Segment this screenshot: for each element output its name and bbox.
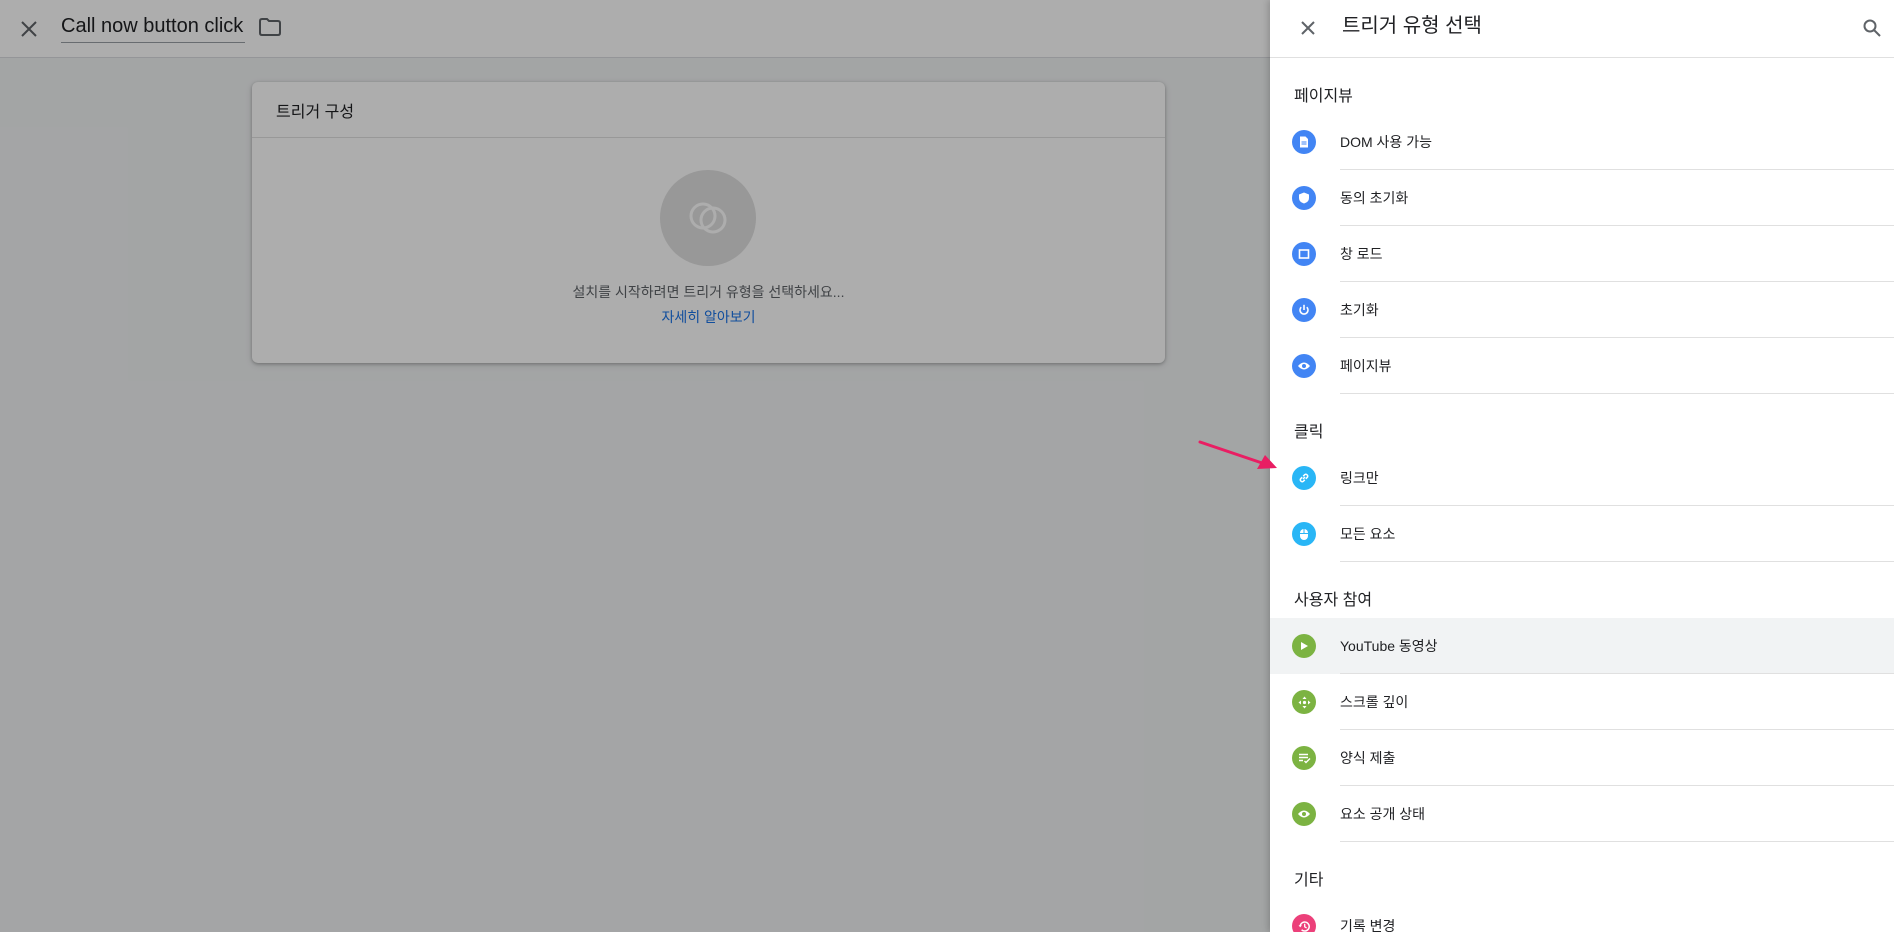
close-icon[interactable] — [1292, 12, 1324, 44]
trigger-type-item[interactable]: 창 로드 — [1270, 226, 1894, 282]
trigger-type-label: 모든 요소 — [1340, 526, 1396, 542]
divider — [1340, 393, 1894, 394]
section-title: 기타 — [1294, 872, 1324, 889]
play-icon — [1292, 634, 1316, 658]
trigger-type-label: DOM 사용 가능 — [1340, 134, 1432, 150]
trigger-type-label: 스크롤 깊이 — [1340, 694, 1409, 710]
divider — [1340, 561, 1894, 562]
trigger-type-item[interactable]: 동의 초기화 — [1270, 170, 1894, 226]
section-title: 사용자 참여 — [1294, 592, 1373, 609]
annotation-arrow-icon — [1198, 440, 1277, 469]
divider — [1340, 841, 1894, 842]
trigger-type-item[interactable]: 페이지뷰 — [1270, 338, 1894, 394]
search-icon[interactable] — [1856, 12, 1888, 44]
trigger-type-list: 페이지뷰 DOM 사용 가능 동의 초기화 창 로드 초기화 페이지뷰 클릭 링크만 모든 요소… — [1270, 58, 1894, 932]
trigger-type-label: 기록 변경 — [1340, 918, 1396, 932]
eye-icon — [1292, 354, 1316, 378]
panel-header: 트리거 유형 선택 — [1270, 0, 1894, 58]
modal-scrim[interactable] — [0, 0, 1270, 932]
trigger-type-label: 양식 제출 — [1340, 750, 1396, 766]
mouse-icon — [1292, 522, 1316, 546]
trigger-type-item[interactable]: 스크롤 깊이 — [1270, 674, 1894, 730]
trigger-type-item[interactable]: YouTube 동영상 — [1270, 618, 1894, 674]
app: Call now button click 트리거 구성 설치를 시작하려면 트… — [0, 0, 1894, 932]
panel-title: 트리거 유형 선택 — [1342, 15, 1482, 37]
trigger-type-item[interactable]: 모든 요소 — [1270, 506, 1894, 562]
trigger-type-label: 초기화 — [1340, 302, 1379, 318]
document-icon — [1292, 130, 1316, 154]
move-icon — [1292, 690, 1316, 714]
trigger-type-label: YouTube 동영상 — [1340, 638, 1438, 654]
trigger-type-item[interactable]: DOM 사용 가능 — [1270, 114, 1894, 170]
power-icon — [1292, 298, 1316, 322]
trigger-type-label: 페이지뷰 — [1340, 358, 1392, 374]
window-icon — [1292, 242, 1316, 266]
eye-icon — [1292, 802, 1316, 826]
trigger-type-item[interactable]: 초기화 — [1270, 282, 1894, 338]
section-title: 페이지뷰 — [1294, 88, 1353, 105]
link-icon — [1292, 466, 1316, 490]
form-icon — [1292, 746, 1316, 770]
trigger-type-panel: 트리거 유형 선택 페이지뷰 DOM 사용 가능 동의 초기화 창 로드 초기화 페이지뷰… — [1270, 0, 1894, 932]
trigger-type-item[interactable]: 요소 공개 상태 — [1270, 786, 1894, 842]
history-icon — [1292, 914, 1316, 932]
trigger-type-item[interactable]: 링크만 — [1270, 450, 1894, 506]
trigger-type-label: 링크만 — [1340, 470, 1379, 486]
trigger-type-label: 요소 공개 상태 — [1340, 806, 1426, 822]
section-title: 클릭 — [1294, 424, 1324, 441]
trigger-type-item[interactable]: 기록 변경 — [1270, 898, 1894, 932]
trigger-type-label: 동의 초기화 — [1340, 190, 1409, 206]
trigger-type-label: 창 로드 — [1340, 246, 1383, 262]
trigger-type-item[interactable]: 양식 제출 — [1270, 730, 1894, 786]
shield-icon — [1292, 186, 1316, 210]
